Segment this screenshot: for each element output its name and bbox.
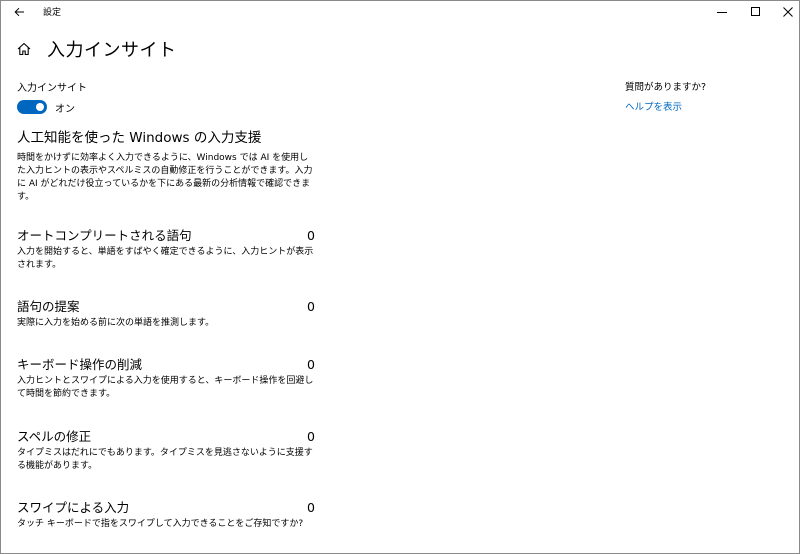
title-bar: 設定 (1, 1, 799, 23)
toggle-knob (36, 103, 44, 111)
toggle-state-label: オン (55, 103, 75, 115)
stat-swipe-typing: スワイプによる入力 0 タッチ キーボードで指をスワイプして入力できることをご存… (17, 497, 315, 531)
back-arrow-icon (13, 7, 24, 17)
home-icon (17, 42, 31, 56)
toggle-label: 入力インサイト (17, 83, 87, 94)
maximize-icon (751, 7, 760, 16)
settings-window: 設定 入力インサイト 入力インサイト オン 人工知能を使った Windows の… (0, 0, 800, 554)
stat-value: 0 (307, 357, 315, 372)
section-heading: 人工知能を使った Windows の入力支援 (17, 130, 262, 146)
help-panel: 質問がありますか? ヘルプを表示 (625, 79, 785, 113)
stat-value: 0 (307, 228, 315, 243)
back-button[interactable] (10, 3, 28, 21)
stat-description: タッチ キーボードで指をスワイプして入力できることをご存知ですか? (17, 519, 304, 529)
stat-value: 0 (307, 429, 315, 444)
page-title: 入力インサイト (47, 40, 177, 61)
app-title: 設定 (43, 8, 62, 18)
stat-title: スワイプによる入力 (17, 500, 130, 515)
stat-autocompleted-words: オートコンプリートされる語句 0 入力を開始すると、単語をすばやく確定できるよう… (17, 225, 315, 272)
section-description: 時間をかけずに効率よく入力できるように、Windows では AI を使用した入… (17, 153, 313, 202)
minimize-icon (717, 12, 727, 13)
toggle-row: オン (17, 99, 317, 115)
home-button[interactable] (16, 41, 32, 57)
help-question: 質問がありますか? (625, 82, 707, 93)
stat-value: 0 (307, 500, 315, 515)
stat-description: タイプミスはだれにでもあります。タイプミスを見逃さないように支援する機能がありま… (17, 448, 313, 471)
stat-title: オートコンプリートされる語句 (17, 228, 192, 243)
stat-value: 0 (307, 299, 315, 314)
stat-title: キーボード操作の削減 (17, 357, 143, 372)
close-icon (783, 7, 793, 17)
stat-description: 入力を開始すると、単語をすばやく確定できるように、入力ヒントが表示されます。 (17, 247, 314, 270)
stat-word-suggestions: 語句の提案 0 実際に入力を始める前に次の単語を推測します。 (17, 296, 315, 330)
stat-keystrokes-saved: キーボード操作の削減 0 入力ヒントとスワイプによる入力を使用すると、キーボード… (17, 354, 315, 401)
stat-title: 語句の提案 (17, 299, 80, 314)
stat-title: スペルの修正 (17, 429, 92, 444)
stat-description: 入力ヒントとスワイプによる入力を使用すると、キーボード操作を回避して時間を節約で… (17, 376, 314, 399)
close-button[interactable] (765, 1, 799, 23)
get-help-link[interactable]: ヘルプを表示 (625, 99, 785, 113)
stat-description: 実際に入力を始める前に次の単語を推測します。 (17, 318, 215, 328)
input-insights-toggle[interactable] (17, 100, 47, 114)
toggle-group: 入力インサイト オン (17, 79, 317, 115)
stat-spelling-corrections: スペルの修正 0 タイプミスはだれにでもあります。タイプミスを見逃さないように支… (17, 426, 315, 473)
